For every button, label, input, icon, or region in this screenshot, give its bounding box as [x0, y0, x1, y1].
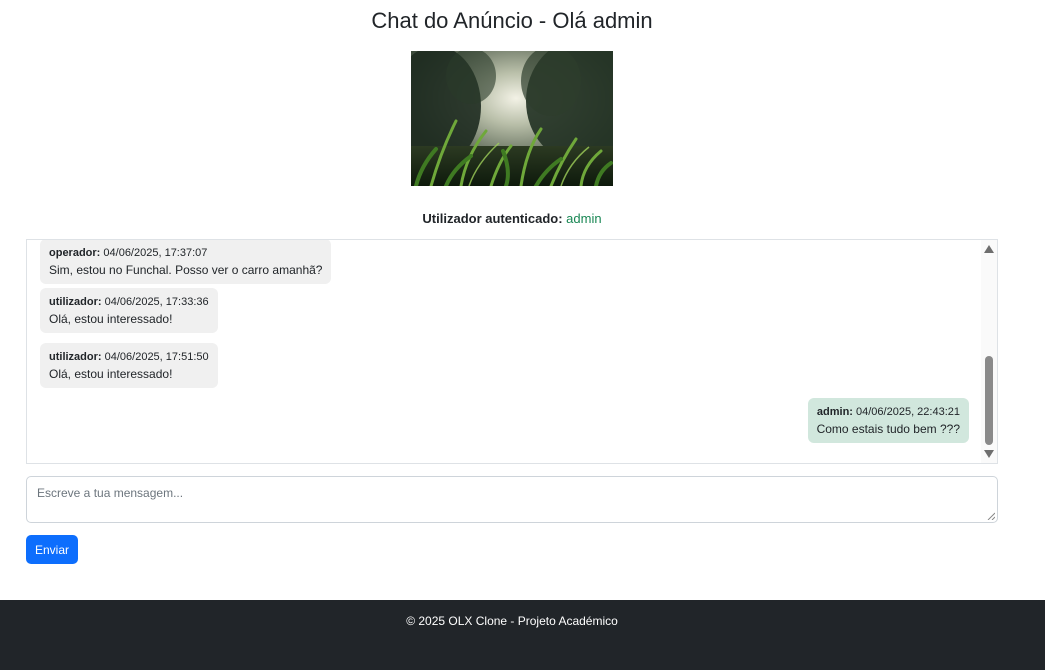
message-input[interactable] [26, 476, 998, 523]
auth-label: Utilizador autenticado: [422, 211, 563, 226]
message-timestamp: 04/06/2025, 17:51:50 [104, 351, 209, 363]
message-timestamp: 04/06/2025, 17:33:36 [104, 296, 209, 308]
scroll-down-arrow-icon[interactable] [984, 450, 994, 458]
resize-grip-icon[interactable] [987, 512, 995, 520]
footer-text: © 2025 OLX Clone - Projeto Académico [406, 614, 618, 628]
chat-scrollbar[interactable] [981, 240, 997, 463]
message-text: Olá, estou interessado! [49, 367, 173, 381]
message-timestamp: 04/06/2025, 22:43:21 [856, 406, 960, 418]
send-button[interactable]: Enviar [26, 535, 78, 564]
message-text: Como estais tudo bem ??? [816, 422, 960, 436]
message-timestamp: 04/06/2025, 17:37:07 [103, 247, 208, 259]
message-author: operador: [49, 247, 101, 259]
auth-username: admin [566, 211, 602, 226]
message-author: admin: [816, 406, 853, 418]
message-author: utilizador: [49, 296, 102, 308]
chat-message: utilizador: 04/06/2025, 17:51:50 Olá, es… [40, 343, 218, 388]
auth-status: Utilizador autenticado: admin [0, 211, 1024, 226]
page-title: Chat do Anúncio - Olá admin [371, 8, 653, 33]
chat-message-own: admin: 04/06/2025, 22:43:21 Como estais … [807, 398, 969, 443]
message-text: Sim, estou no Funchal. Posso ver o carro… [49, 263, 323, 277]
message-author: utilizador: [49, 351, 102, 363]
scroll-up-arrow-icon[interactable] [984, 245, 994, 253]
ad-photo [411, 51, 613, 186]
footer: © 2025 OLX Clone - Projeto Académico [0, 600, 1045, 670]
chat-messages[interactable]: operador: 04/06/2025, 17:37:07 Sim, esto… [26, 239, 998, 464]
chat-message: operador: 04/06/2025, 17:37:07 Sim, esto… [40, 240, 332, 284]
chat-message: utilizador: 04/06/2025, 17:33:36 Olá, es… [40, 288, 218, 333]
message-text: Olá, estou interessado! [49, 312, 173, 326]
ad-image [411, 51, 613, 186]
scroll-thumb[interactable] [985, 356, 993, 445]
